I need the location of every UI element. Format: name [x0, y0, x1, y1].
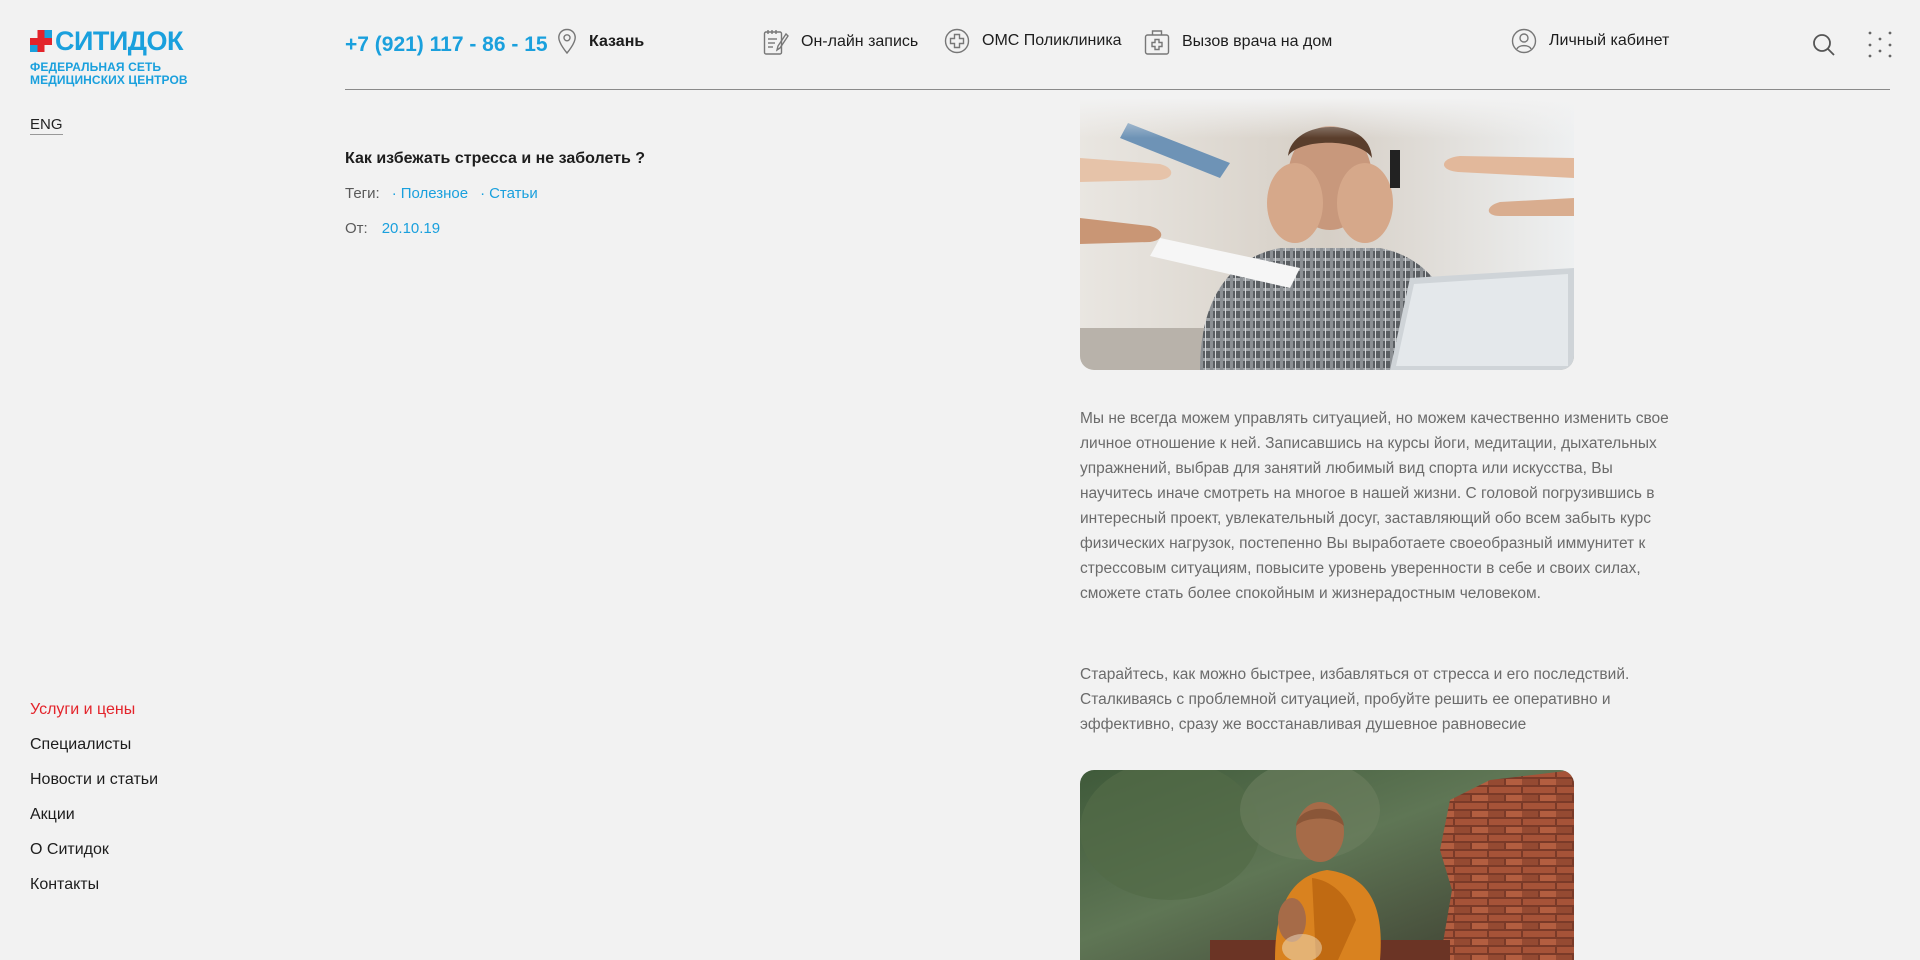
side-menu-link-promotions[interactable]: Акции [30, 806, 75, 823]
location-pin-icon [558, 28, 576, 55]
side-menu-item-contacts: Контакты [30, 873, 158, 908]
medical-bag-icon [1144, 30, 1170, 55]
search-icon [1813, 34, 1835, 56]
logo-subtitle-line2: МЕДИЦИНСКИХ ЦЕНТРОВ [30, 73, 188, 87]
doctor-home-visit-link[interactable]: Вызов врача на дом [1144, 28, 1332, 56]
side-menu-link-specialists[interactable]: Специалисты [30, 736, 131, 753]
side-menu-link-news[interactable]: Новости и статьи [30, 771, 158, 788]
logo-subtitle: ФЕДЕРАЛЬНАЯ СЕТЬ МЕДИЦИНСКИХ ЦЕНТРОВ [30, 61, 188, 87]
notepad-pen-icon [763, 30, 789, 55]
logo-name: СИТИДОК [55, 26, 184, 56]
logo: СИТИДОК [30, 27, 188, 55]
side-menu: Услуги и цены Специалисты Новости и стат… [30, 698, 158, 908]
logo-link[interactable]: СИТИДОК ФЕДЕРАЛЬНАЯ СЕТЬ МЕДИЦИНСКИХ ЦЕН… [30, 27, 188, 87]
side-menu-link-about[interactable]: О Ситидок [30, 841, 109, 858]
online-booking-label: Он-лайн запись [801, 33, 919, 50]
article-paragraph-2: Старайтесь, как можно быстрее, избавлять… [1080, 666, 1630, 733]
oms-clinic-link[interactable]: ОМС Поликлиника [944, 28, 1122, 54]
dots-grid-icon [1868, 31, 1892, 58]
article-title: Как избежать стресса и не заболеть ? [345, 150, 646, 167]
side-menu-item-promotions: Акции [30, 803, 158, 838]
stressed-man-photo [1080, 98, 1574, 370]
article-date: От: 20.10.19 [345, 220, 440, 237]
medical-cross-logo-icon [30, 30, 52, 52]
medical-plus-circle-icon [944, 28, 970, 54]
personal-account-link[interactable]: Личный кабинет [1511, 28, 1669, 54]
doctor-home-visit-label: Вызов врача на дом [1182, 33, 1333, 50]
search-button[interactable] [1812, 33, 1836, 62]
tag-link-useful[interactable]: Полезное [392, 185, 468, 202]
side-menu-link-services[interactable]: Услуги и цены [30, 701, 135, 718]
side-menu-link-contacts[interactable]: Контакты [30, 876, 99, 893]
article-paragraph-1: Мы не всегда можем управлять ситуацией, … [1080, 410, 1669, 602]
meditating-monk-photo [1080, 770, 1574, 960]
city-name: Казань [589, 33, 645, 50]
date-value: 20.10.19 [381, 220, 441, 237]
city-selector[interactable]: Казань [557, 28, 644, 56]
personal-account-label: Личный кабинет [1549, 32, 1670, 49]
online-booking-link[interactable]: Он-лайн запись [763, 28, 918, 56]
tags-label: Теги: [345, 185, 380, 202]
article-tags: Теги: Полезное Статьи [345, 185, 538, 202]
tag-link-articles[interactable]: Статьи [480, 185, 538, 202]
menu-grid-button[interactable] [1866, 30, 1894, 63]
oms-clinic-label: ОМС Поликлиника [982, 32, 1122, 49]
side-menu-item-about: О Ситидок [30, 838, 158, 873]
language-switch[interactable]: ENG [30, 116, 63, 135]
date-label: От: [345, 220, 368, 237]
side-menu-item-services: Услуги и цены [30, 698, 158, 733]
user-circle-icon [1511, 28, 1537, 54]
site-header: СИТИДОК ФЕДЕРАЛЬНАЯ СЕТЬ МЕДИЦИНСКИХ ЦЕН… [0, 0, 1920, 135]
side-menu-item-specialists: Специалисты [30, 733, 158, 768]
phone-link[interactable]: +7 (921) 117 - 86 - 15 [345, 33, 548, 57]
side-menu-item-news: Новости и статьи [30, 768, 158, 803]
header-divider [345, 89, 1890, 90]
